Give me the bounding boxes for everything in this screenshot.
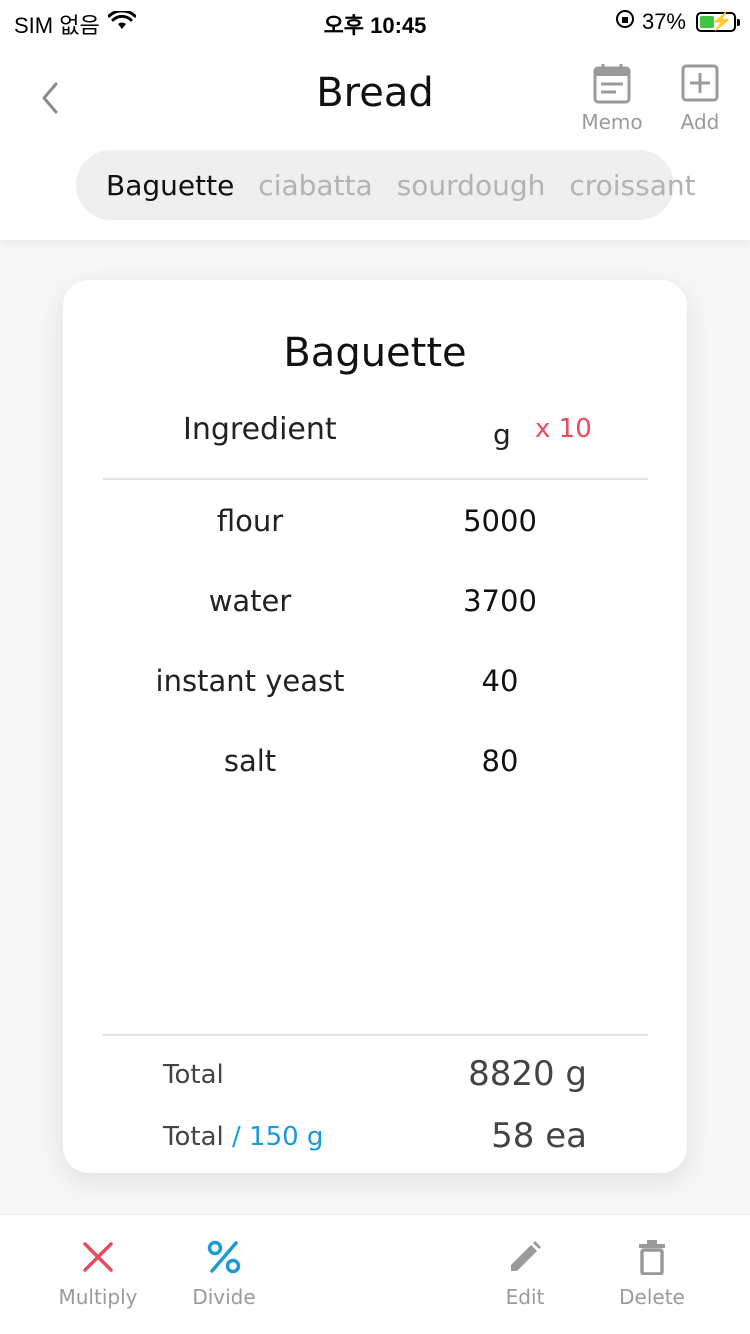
ingredient-amount: 5000 xyxy=(463,504,537,538)
status-bar: SIM 없음 오후 10:45 37% ⚡ xyxy=(0,0,750,40)
total-weight-label: Total xyxy=(163,1060,224,1090)
total-per-piece-label: Total / 150 g xyxy=(163,1122,323,1152)
percent-icon xyxy=(207,1240,241,1274)
divide-label: Divide xyxy=(192,1285,256,1309)
multiply-label: Multiply xyxy=(58,1285,138,1309)
memo-button[interactable]: Memo xyxy=(572,62,652,134)
total-pieces-value: 58 ea xyxy=(491,1116,587,1156)
delete-label: Delete xyxy=(619,1285,685,1309)
bottom-toolbar: Multiply Divide Edit Delete xyxy=(0,1214,750,1334)
totals-divider xyxy=(103,1034,648,1036)
status-right: 37% ⚡ xyxy=(614,8,740,36)
add-label: Add xyxy=(680,110,720,134)
ingredient-amount: 3700 xyxy=(463,584,537,618)
tab-croissant[interactable]: croissant xyxy=(569,169,695,202)
header-divider xyxy=(103,478,648,480)
edit-label: Edit xyxy=(505,1285,545,1309)
divide-button[interactable]: Divide xyxy=(169,1239,279,1309)
total-weight-value: 8820 g xyxy=(468,1054,587,1094)
battery-icon: ⚡ xyxy=(696,11,740,32)
memo-label: Memo xyxy=(581,110,643,134)
tab-baguette[interactable]: Baguette xyxy=(106,169,234,202)
pencil-icon xyxy=(511,1241,541,1271)
multiplier-badge: x 10 xyxy=(535,414,592,444)
recipe-card: Baguette Ingredient g x 10 flour 5000 wa… xyxy=(63,280,687,1173)
calendar-icon xyxy=(593,64,631,104)
battery-percent: 37% xyxy=(641,9,686,34)
multiply-icon xyxy=(83,1242,113,1272)
ingredient-amount: 80 xyxy=(481,744,519,778)
ingredient-name: salt xyxy=(223,744,277,778)
delete-button[interactable]: Delete xyxy=(597,1239,707,1309)
recipe-title: Baguette xyxy=(283,330,467,376)
tab-sourdough[interactable]: sourdough xyxy=(397,169,546,202)
ingredient-name: instant yeast xyxy=(155,664,345,698)
unit-column-header: g xyxy=(493,418,511,451)
multiply-button[interactable]: Multiply xyxy=(43,1239,153,1309)
ingredient-name: flour xyxy=(216,504,284,538)
rotation-lock-icon xyxy=(614,8,636,36)
piece-weight-text: / 150 g xyxy=(232,1122,324,1152)
add-button[interactable]: Add xyxy=(660,62,740,134)
total-per-label-text: Total xyxy=(163,1122,224,1152)
header: Bread Memo Add Baguette ciabatta sourdou… xyxy=(0,40,750,240)
tab-ciabatta[interactable]: ciabatta xyxy=(258,169,372,202)
trash-icon xyxy=(639,1240,665,1275)
plus-box-icon xyxy=(681,64,719,102)
ingredient-amount: 40 xyxy=(481,664,519,698)
ingredient-name: water xyxy=(208,584,292,618)
recipe-tabs: Baguette ciabatta sourdough croissant xyxy=(76,150,696,220)
ingredient-column-header: Ingredient xyxy=(183,412,337,447)
edit-button[interactable]: Edit xyxy=(470,1239,580,1309)
